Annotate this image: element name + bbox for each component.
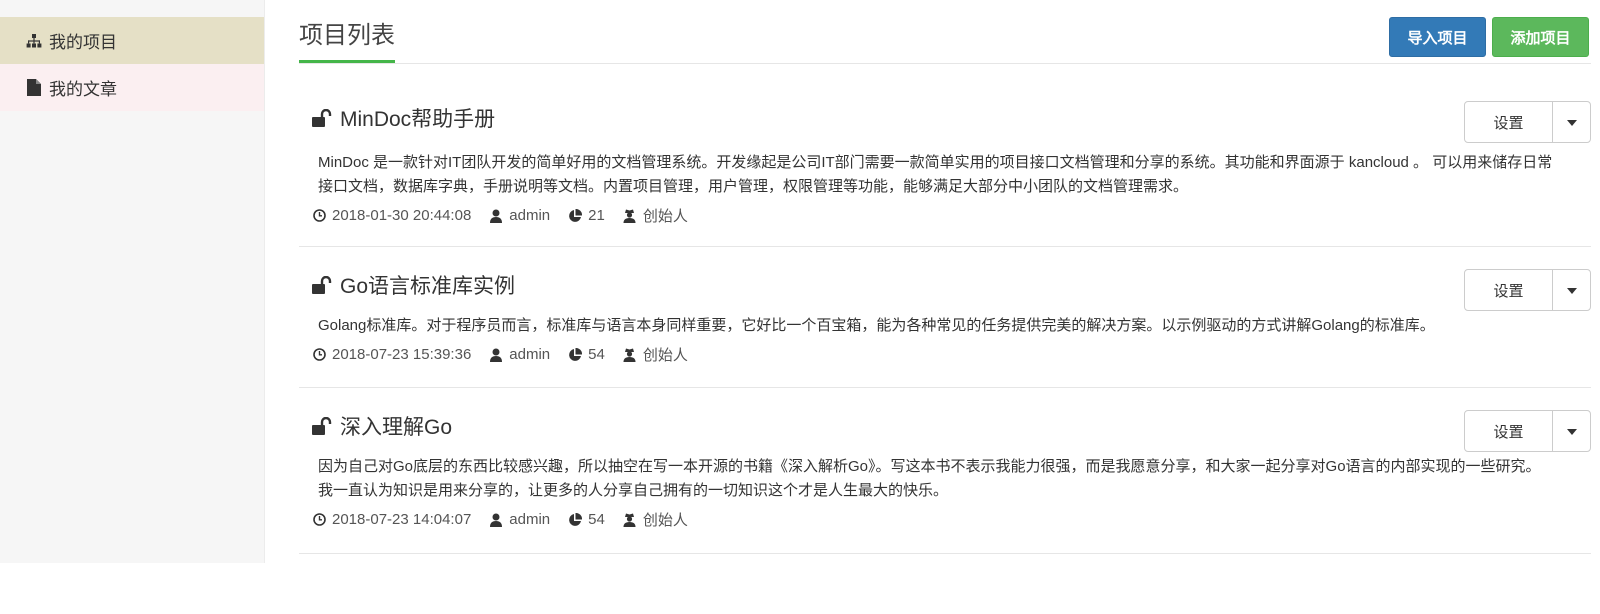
unlock-icon <box>312 109 334 127</box>
sidebar-item-my-articles[interactable]: 我的文章 <box>0 64 264 111</box>
page-title: 项目列表 <box>299 22 395 63</box>
project-doc-count: 54 <box>568 346 605 363</box>
user-secret-icon <box>623 348 637 362</box>
clock-icon <box>312 513 326 527</box>
sidebar-item-label: 我的文章 <box>49 80 117 99</box>
user-secret-icon <box>623 513 637 527</box>
settings-button-group: 设置 <box>1464 101 1591 143</box>
project-description: 因为自己对Go底层的东西比较感兴趣，所以抽空在写一本开源的书籍《深入解析Go》。… <box>318 458 1541 499</box>
file-icon <box>25 79 43 97</box>
pie-chart-icon <box>568 512 583 527</box>
pie-chart-icon <box>568 208 583 223</box>
project-role: 创始人 <box>623 344 688 365</box>
clock-icon <box>312 209 326 223</box>
add-project-button[interactable]: 添加项目 <box>1492 17 1589 57</box>
sidebar: 我的项目 我的文章 <box>0 0 265 563</box>
project-title[interactable]: MinDoc帮助手册 <box>312 64 1591 134</box>
unlock-icon <box>312 276 334 294</box>
project-time: 2018-07-23 14:04:07 <box>312 511 471 528</box>
user-icon <box>489 513 503 527</box>
import-project-button[interactable]: 导入项目 <box>1389 17 1486 57</box>
project-title[interactable]: 深入理解Go <box>312 388 1591 442</box>
settings-button-group: 设置 <box>1464 269 1591 311</box>
settings-dropdown-toggle[interactable] <box>1553 270 1590 310</box>
settings-button[interactable]: 设置 <box>1465 411 1553 451</box>
project-title-text: Go语言标准库实例 <box>340 275 516 298</box>
page-header: 项目列表 导入项目 添加项目 <box>299 0 1591 64</box>
project-time: 2018-01-30 20:44:08 <box>312 207 471 224</box>
unlock-icon <box>312 417 334 435</box>
sidebar-item-my-projects[interactable]: 我的项目 <box>0 17 264 64</box>
caret-down-icon <box>1566 113 1577 131</box>
project-time: 2018-07-23 15:39:36 <box>312 346 471 363</box>
project-meta: 2018-07-23 14:04:07 admin 54 创始人 <box>312 509 1591 530</box>
main-content: 项目列表 导入项目 添加项目 设置 MinDoc帮助手册 MinDoc 是一款针… <box>299 0 1591 554</box>
project-author: admin <box>489 207 550 224</box>
project-description: Golang标准库。对于程序员而言，标准库与语言本身同样重要，它好比一个百宝箱，… <box>318 317 1435 334</box>
project-title-text: MinDoc帮助手册 <box>340 108 496 131</box>
project-title[interactable]: Go语言标准库实例 <box>312 247 1591 301</box>
user-secret-icon <box>623 209 637 223</box>
project-description: MinDoc 是一款针对IT团队开发的简单好用的文档管理系统。开发缘起是公司IT… <box>318 154 1553 195</box>
project-role: 创始人 <box>623 205 688 226</box>
project-doc-count: 54 <box>568 511 605 528</box>
project-meta: 2018-07-23 15:39:36 admin 54 创始人 <box>312 344 1591 365</box>
project-item: 设置 Go语言标准库实例 Golang标准库。对于程序员而言，标准库与语言本身同… <box>299 247 1591 388</box>
project-author: admin <box>489 346 550 363</box>
settings-button[interactable]: 设置 <box>1465 102 1553 142</box>
project-doc-count: 21 <box>568 207 605 224</box>
caret-down-icon <box>1566 281 1577 299</box>
project-meta: 2018-01-30 20:44:08 admin 21 创始人 <box>312 205 1591 226</box>
sidebar-item-label: 我的项目 <box>49 33 117 52</box>
project-author: admin <box>489 511 550 528</box>
pie-chart-icon <box>568 347 583 362</box>
settings-dropdown-toggle[interactable] <box>1553 102 1590 142</box>
settings-button[interactable]: 设置 <box>1465 270 1553 310</box>
clock-icon <box>312 348 326 362</box>
user-icon <box>489 209 503 223</box>
sitemap-icon <box>25 32 43 50</box>
project-item: 设置 深入理解Go 因为自己对Go底层的东西比较感兴趣，所以抽空在写一本开源的书… <box>299 388 1591 554</box>
settings-dropdown-toggle[interactable] <box>1553 411 1590 451</box>
project-role: 创始人 <box>623 509 688 530</box>
user-icon <box>489 348 503 362</box>
project-item: 设置 MinDoc帮助手册 MinDoc 是一款针对IT团队开发的简单好用的文档… <box>299 64 1591 247</box>
settings-button-group: 设置 <box>1464 410 1591 452</box>
project-title-text: 深入理解Go <box>340 416 453 439</box>
caret-down-icon <box>1566 422 1577 440</box>
